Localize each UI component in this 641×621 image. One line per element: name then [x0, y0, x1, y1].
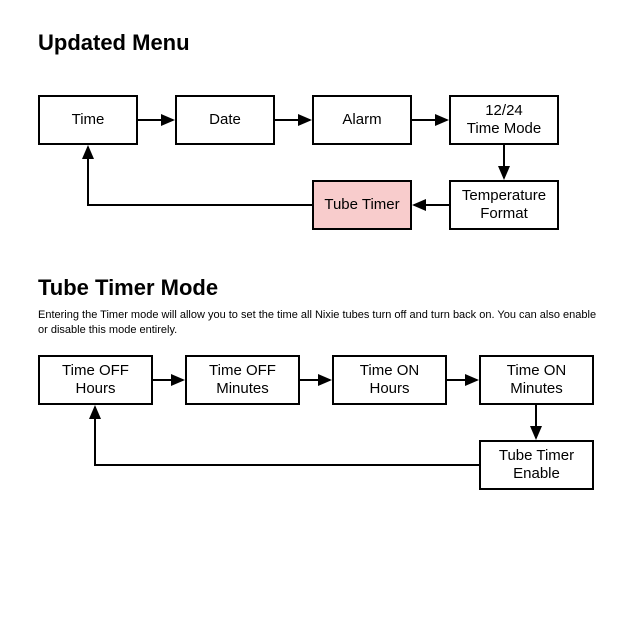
box-tubetimer-label: Tube Timer [324, 196, 399, 214]
box-ton-minutes: Time ONMinutes [479, 355, 594, 405]
heading-updated-menu: Updated Menu [38, 30, 190, 56]
box-toff-hours-label: Time OFFHours [62, 362, 129, 398]
box-ton-minutes-label: Time ONMinutes [507, 362, 566, 398]
box-alarm-label: Alarm [342, 111, 381, 129]
box-tempformat-label: TemperatureFormat [462, 187, 546, 223]
box-toff-minutes-label: Time OFFMinutes [209, 362, 276, 398]
box-tube-timer-enable-label: Tube TimerEnable [499, 447, 574, 483]
box-toff-hours: Time OFFHours [38, 355, 153, 405]
box-toff-minutes: Time OFFMinutes [185, 355, 300, 405]
box-time: Time [38, 95, 138, 145]
box-date-label: Date [209, 111, 241, 129]
box-alarm: Alarm [312, 95, 412, 145]
description-tube-timer: Entering the Timer mode will allow you t… [38, 308, 598, 339]
box-timemode-label: 12/24Time Mode [467, 102, 541, 138]
box-ton-hours-label: Time ONHours [360, 362, 419, 398]
heading-tube-timer-mode: Tube Timer Mode [38, 275, 218, 301]
box-time-label: Time [72, 111, 105, 129]
box-ton-hours: Time ONHours [332, 355, 447, 405]
box-tempformat: TemperatureFormat [449, 180, 559, 230]
box-timemode: 12/24Time Mode [449, 95, 559, 145]
box-tube-timer-enable: Tube TimerEnable [479, 440, 594, 490]
box-tubetimer: Tube Timer [312, 180, 412, 230]
box-date: Date [175, 95, 275, 145]
